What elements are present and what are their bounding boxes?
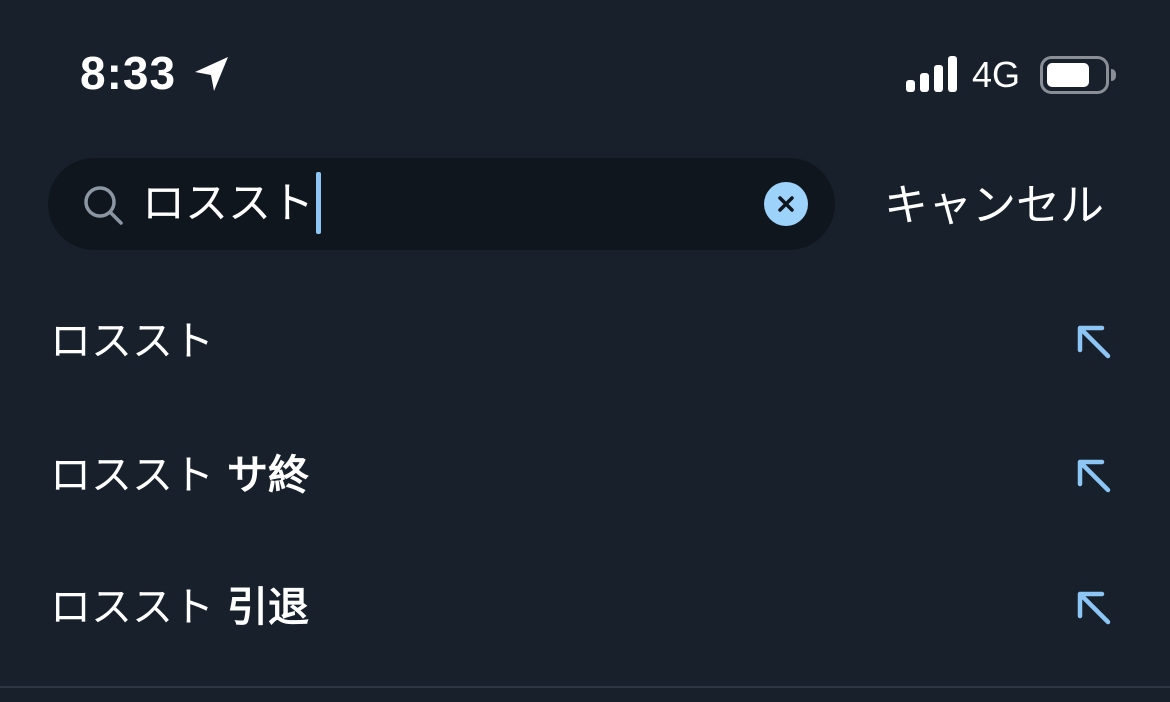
arrow-up-left-icon[interactable] <box>1070 318 1116 364</box>
suggestion-item[interactable]: ロススト サ終 <box>0 406 1170 540</box>
suggestion-query-part: ロススト <box>50 317 214 365</box>
suggestion-label: ロススト <box>50 316 214 366</box>
signal-bars-icon <box>906 56 957 92</box>
clear-x-icon <box>778 196 794 212</box>
suggestion-query-part: ロススト <box>50 451 214 499</box>
location-arrow-icon <box>195 57 228 91</box>
magnifier-icon <box>84 186 123 225</box>
battery-icon <box>1040 56 1116 94</box>
cancel-button[interactable]: キャンセル <box>884 178 1104 234</box>
suggestion-item[interactable]: ロススト 引退 <box>0 538 1170 672</box>
suggestion-query-part: ロススト <box>50 583 214 631</box>
bottom-divider <box>0 686 1170 688</box>
status-time: 8:33 <box>80 47 177 99</box>
search-input[interactable]: ロススト <box>142 178 314 230</box>
text-cursor <box>316 172 321 234</box>
status-bar: 8:33 4G <box>0 0 1170 150</box>
clear-search-button[interactable] <box>764 182 808 226</box>
search-field[interactable]: ロススト <box>48 158 835 250</box>
suggestion-completion: 引退 <box>227 583 310 631</box>
arrow-up-left-icon[interactable] <box>1070 452 1116 498</box>
network-type: 4G <box>972 54 1021 95</box>
suggestion-label: ロススト 引退 <box>50 582 309 632</box>
suggestion-item[interactable]: ロススト <box>0 272 1170 406</box>
arrow-up-left-icon[interactable] <box>1070 584 1116 630</box>
suggestion-completion: サ終 <box>227 451 310 499</box>
suggestion-label: ロススト サ終 <box>50 450 309 500</box>
